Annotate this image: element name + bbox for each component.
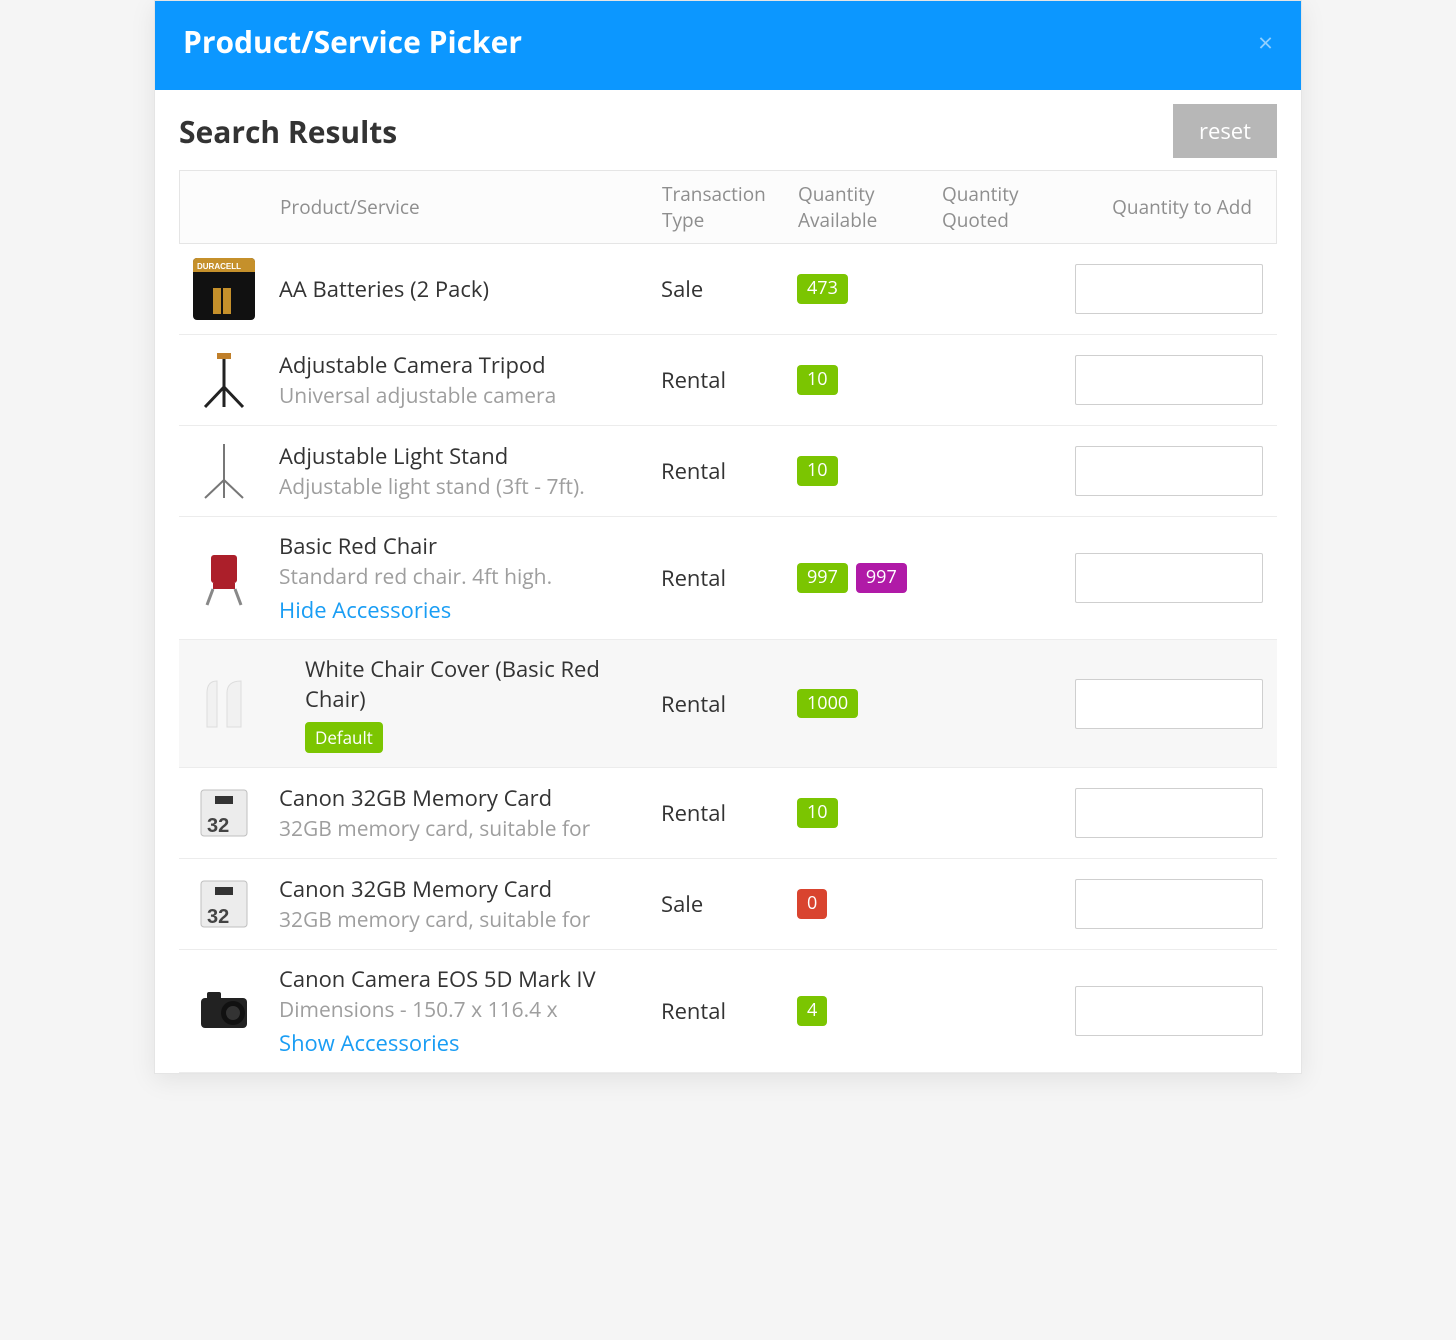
- svg-text:32: 32: [207, 815, 229, 837]
- table-row: DURACELL AA Batteries (2 Pack) Sale 473: [179, 244, 1277, 335]
- product-info: Adjustable Camera Tripod Universal adjus…: [279, 350, 661, 410]
- product-subtitle: Dimensions - 150.7 x 116.4 x: [279, 996, 641, 1024]
- product-subtitle: Universal adjustable camera: [279, 382, 641, 410]
- transaction-type: Rental: [661, 456, 797, 486]
- col-product: Product/Service: [280, 194, 662, 220]
- table-row: Adjustable Camera Tripod Universal adjus…: [179, 335, 1277, 426]
- modal-content: Search Results reset Product/Service Tra…: [155, 90, 1301, 1073]
- available-badge: 10: [797, 456, 838, 486]
- quantity-input[interactable]: [1075, 986, 1263, 1036]
- quantity-input[interactable]: [1075, 788, 1263, 838]
- product-thumbnail: [193, 547, 279, 609]
- available-badge: 997: [797, 563, 848, 593]
- available-badge: 10: [797, 798, 838, 828]
- table-header: Product/Service Transaction Type Quantit…: [179, 170, 1277, 244]
- product-name: White Chair Cover (Basic Red Chair): [305, 654, 641, 714]
- product-thumbnail: [193, 440, 279, 502]
- quantity-to-add-cell: [1075, 355, 1267, 405]
- product-info: Canon Camera EOS 5D Mark IV Dimensions -…: [279, 964, 661, 1058]
- table-row: Basic Red Chair Standard red chair. 4ft …: [179, 517, 1277, 640]
- quantity-available: 10: [797, 456, 941, 486]
- svg-text:DURACELL: DURACELL: [197, 262, 241, 271]
- product-subtitle: 32GB memory card, suitable for: [279, 815, 641, 843]
- reset-button[interactable]: reset: [1173, 104, 1277, 158]
- results-heading: Search Results: [179, 111, 397, 152]
- product-info: Adjustable Light Stand Adjustable light …: [279, 441, 661, 501]
- quantity-available: 4: [797, 996, 941, 1026]
- product-info: Basic Red Chair Standard red chair. 4ft …: [279, 531, 661, 625]
- available-badge: 0: [797, 889, 827, 919]
- quantity-to-add-cell: [1075, 264, 1267, 314]
- product-thumbnail: [193, 980, 279, 1042]
- product-thumbnail: [193, 349, 279, 411]
- quantity-available: 1000: [797, 689, 941, 719]
- quoted-badge: 997: [856, 563, 907, 593]
- col-quantity-to-add: Quantity to Add: [1076, 194, 1262, 220]
- product-name: Basic Red Chair: [279, 531, 641, 561]
- product-subtitle: Adjustable light stand (3ft - 7ft).: [279, 473, 641, 501]
- transaction-type: Sale: [661, 274, 797, 304]
- quantity-to-add-cell: [1075, 446, 1267, 496]
- available-badge: 4: [797, 996, 827, 1026]
- table-row: Canon Camera EOS 5D Mark IV Dimensions -…: [179, 950, 1277, 1073]
- transaction-type: Rental: [661, 996, 797, 1026]
- product-info: Canon 32GB Memory Card 32GB memory card,…: [279, 783, 661, 843]
- quantity-to-add-cell: [1075, 553, 1267, 603]
- quantity-input[interactable]: [1075, 553, 1263, 603]
- quantity-to-add-cell: [1075, 879, 1267, 929]
- quantity-to-add-cell: [1075, 986, 1267, 1036]
- quantity-input[interactable]: [1075, 355, 1263, 405]
- hide-accessories-link[interactable]: Hide Accessories: [279, 595, 641, 625]
- results-header: Search Results reset: [179, 104, 1277, 158]
- transaction-type: Rental: [661, 365, 797, 395]
- table-row: 32 Canon 32GB Memory Card 32GB memory ca…: [179, 859, 1277, 950]
- available-badge: 10: [797, 365, 838, 395]
- col-quantity-quoted: Quantity Quoted: [942, 181, 1076, 233]
- table-row: Adjustable Light Stand Adjustable light …: [179, 426, 1277, 517]
- show-accessories-link[interactable]: Show Accessories: [279, 1028, 641, 1058]
- product-name: Canon 32GB Memory Card: [279, 783, 641, 813]
- product-name: Canon Camera EOS 5D Mark IV: [279, 964, 641, 994]
- quantity-available: 0: [797, 889, 941, 919]
- col-quantity-available: Quantity Available: [798, 181, 942, 233]
- quantity-to-add-cell: [1075, 788, 1267, 838]
- quantity-input[interactable]: [1075, 879, 1263, 929]
- product-info: Canon 32GB Memory Card 32GB memory card,…: [279, 874, 661, 934]
- product-name: AA Batteries (2 Pack): [279, 274, 641, 304]
- transaction-type: Rental: [661, 563, 797, 593]
- product-name: Canon 32GB Memory Card: [279, 874, 641, 904]
- product-thumbnail: [193, 673, 279, 735]
- product-thumbnail: 32: [193, 873, 279, 935]
- product-thumbnail: 32: [193, 782, 279, 844]
- quantity-available: 10: [797, 365, 941, 395]
- close-icon[interactable]: ×: [1258, 29, 1273, 55]
- quantity-available: 473: [797, 274, 941, 304]
- product-name: Adjustable Light Stand: [279, 441, 641, 471]
- table-row: 32 Canon 32GB Memory Card 32GB memory ca…: [179, 768, 1277, 859]
- product-subtitle: Standard red chair. 4ft high.: [279, 563, 641, 591]
- transaction-type: Sale: [661, 889, 797, 919]
- product-subtitle: 32GB memory card, suitable for: [279, 906, 641, 934]
- quantity-input[interactable]: [1075, 446, 1263, 496]
- product-name: Adjustable Camera Tripod: [279, 350, 641, 380]
- quantity-available: 997 997: [797, 563, 941, 593]
- modal-header: Product/Service Picker ×: [155, 1, 1301, 90]
- default-tag: Default: [305, 722, 383, 753]
- available-badge: 1000: [797, 689, 858, 719]
- transaction-type: Rental: [661, 798, 797, 828]
- quantity-available: 10: [797, 798, 941, 828]
- available-badge: 473: [797, 274, 848, 304]
- quantity-to-add-cell: [1075, 679, 1267, 729]
- table-row: White Chair Cover (Basic Red Chair) Defa…: [179, 640, 1277, 768]
- product-info: White Chair Cover (Basic Red Chair) Defa…: [279, 654, 661, 753]
- svg-text:32: 32: [207, 906, 229, 928]
- product-thumbnail: DURACELL: [193, 258, 279, 320]
- quantity-input[interactable]: [1075, 264, 1263, 314]
- modal-title: Product/Service Picker: [183, 21, 522, 62]
- col-transaction-type: Transaction Type: [662, 181, 798, 233]
- transaction-type: Rental: [661, 689, 797, 719]
- product-info: AA Batteries (2 Pack): [279, 274, 661, 304]
- product-picker-modal: Product/Service Picker × Search Results …: [154, 0, 1302, 1074]
- quantity-input[interactable]: [1075, 679, 1263, 729]
